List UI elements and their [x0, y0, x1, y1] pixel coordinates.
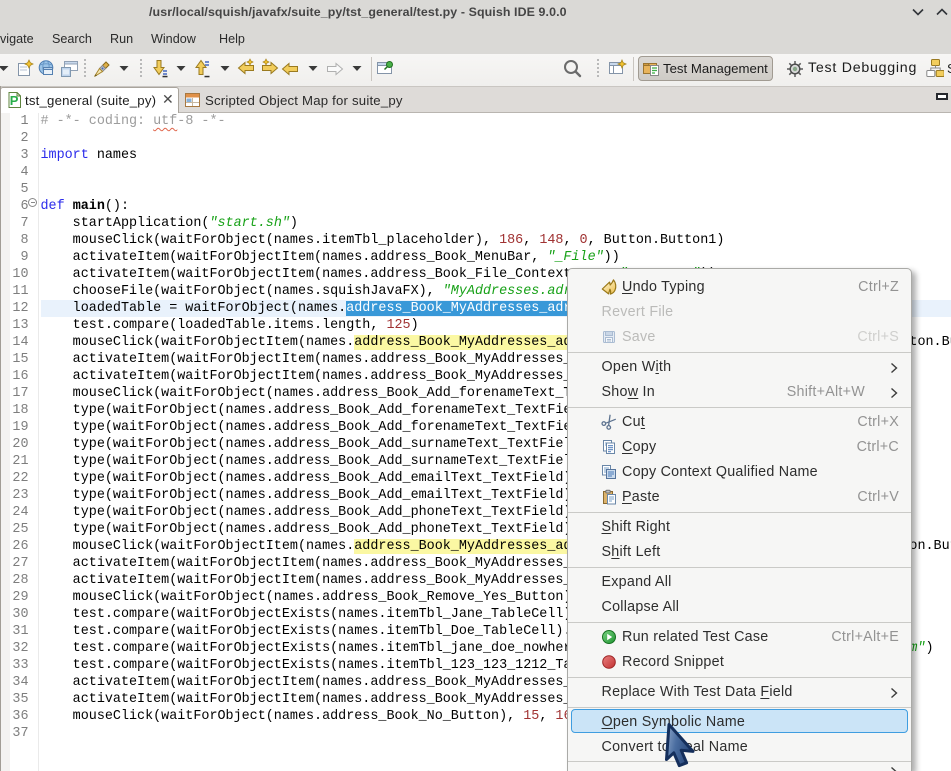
- svg-text:P: P: [10, 93, 19, 108]
